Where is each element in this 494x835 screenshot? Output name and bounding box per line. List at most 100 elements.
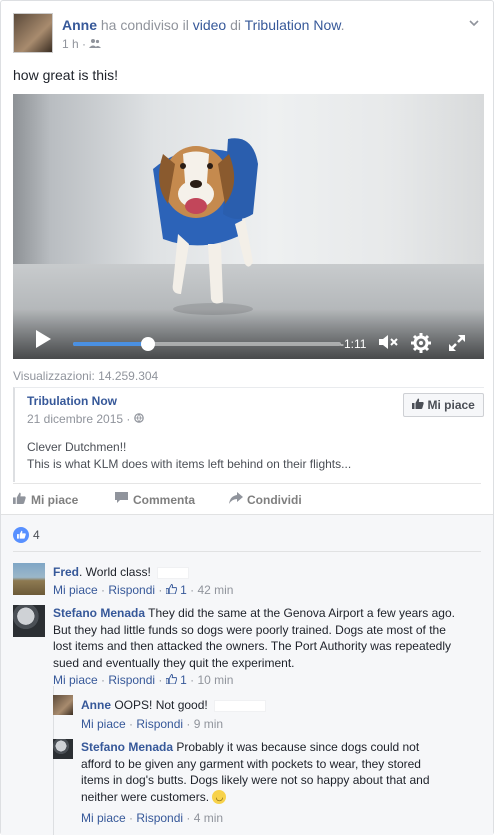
like-page-label: Mi piace — [427, 398, 475, 412]
fullscreen-icon[interactable] — [447, 333, 467, 359]
view-count: Visualizzazioni: 14.259.304 — [13, 369, 159, 383]
comment-text-line2: But they had little funds so dogs were p… — [53, 622, 446, 637]
like-reaction-icon — [13, 527, 29, 543]
comment-likes-number: 1 — [180, 673, 187, 687]
reaction-count[interactable]: 4 — [33, 528, 40, 542]
like-page-button[interactable]: Mi piace — [403, 393, 484, 417]
settings-gear-icon[interactable] — [411, 333, 431, 359]
share-action-button[interactable]: Condividi — [229, 492, 302, 507]
comment-like-link[interactable]: Mi piace — [53, 583, 98, 597]
commenter-avatar[interactable] — [13, 563, 45, 595]
comment-action-label: Commenta — [133, 493, 196, 507]
friends-icon[interactable] — [89, 37, 102, 51]
progress-bar[interactable] — [73, 337, 341, 351]
comment-reply-link[interactable]: Rispondi — [108, 583, 155, 597]
post-headline: Anne ha condiviso il video di Tribulatio… — [62, 17, 345, 33]
comment-time[interactable]: 42 min — [197, 583, 233, 597]
comment-item: Stefano Menada They did the same at the … — [13, 605, 483, 689]
commenter-avatar[interactable] — [13, 605, 45, 637]
reply-text-line3: items in dog's butts. Dogs likely were n… — [81, 773, 430, 787]
video-player[interactable]: -1:11 — [13, 94, 484, 359]
replier-avatar[interactable] — [53, 739, 73, 759]
reply-body: Stefano Menada Probably it was because s… — [81, 739, 481, 805]
reply-author[interactable]: Anne — [81, 698, 111, 712]
post-time[interactable]: 1 h — [62, 37, 79, 51]
shared-text: ha condiviso il — [100, 17, 189, 33]
mute-icon[interactable] — [377, 333, 399, 357]
reply-body: Anne OOPS! Not good! — [81, 697, 266, 714]
comment-text-line1: They did the same at the Genova Airport … — [148, 606, 455, 620]
reply-item: Stefano Menada Probably it was because s… — [53, 739, 483, 833]
post-meta: 1 h · — [62, 37, 102, 51]
reply-reply-link[interactable]: Rispondi — [136, 811, 183, 825]
reply-blank — [213, 699, 266, 712]
comment-likes-number: 1 — [180, 583, 187, 597]
comment-like-count[interactable]: 1 — [165, 673, 190, 687]
page-link[interactable]: Tribulation Now — [245, 17, 341, 33]
shared-post-date: 21 dicembre 2015 · — [27, 412, 144, 426]
progress-fill — [73, 342, 149, 346]
reply-time[interactable]: 4 min — [194, 811, 223, 825]
shared-page-link[interactable]: Tribulation Now — [27, 394, 117, 408]
comment-body: Fred. World class! — [53, 564, 189, 581]
comment-text-line4: sued and eventually they quit the experi… — [53, 655, 295, 670]
author-avatar[interactable] — [13, 13, 53, 53]
shared-date-text[interactable]: 21 dicembre 2015 — [27, 412, 123, 426]
reply-text-line4: neither were customers. — [81, 789, 210, 804]
comment-blank — [156, 566, 189, 579]
comment-text-line3: lost items and then attacked the owners.… — [53, 639, 451, 653]
reply-meta: Mi piace · Rispondi · 4 min — [81, 811, 224, 825]
comments-divider — [13, 551, 481, 552]
thumbs-up-icon — [165, 583, 177, 595]
shared-text-line2: This is what KLM does with items left be… — [27, 457, 352, 471]
comment-like-link[interactable]: Mi piace — [53, 673, 98, 687]
thumbs-up-icon — [13, 492, 27, 507]
feed-post: Anne ha condiviso il video di Tribulatio… — [0, 0, 494, 835]
comment-bubble-icon — [115, 492, 129, 507]
reply-reply-link[interactable]: Rispondi — [136, 717, 183, 731]
post-header: Anne ha condiviso il video di Tribulatio… — [13, 13, 481, 55]
reply-text-line2: afford to be given any garment with pock… — [81, 756, 421, 771]
comment-text: . World class! — [79, 565, 151, 579]
comment-meta: Mi piace · Rispondi · 1 · 42 min — [53, 583, 234, 597]
reply-item: Anne OOPS! Not good! Mi piace · Rispondi… — [53, 695, 483, 735]
chevron-down-icon[interactable] — [467, 17, 481, 31]
dot-separator: · — [126, 412, 134, 426]
share-arrow-icon — [229, 492, 243, 507]
reply-author[interactable]: Stefano Menada — [81, 740, 173, 754]
author-name[interactable]: Anne — [62, 17, 97, 33]
play-icon[interactable] — [36, 330, 51, 348]
post-caption: how great is this! — [13, 67, 119, 83]
comment-like-count[interactable]: 1 — [165, 583, 190, 597]
reply-time[interactable]: 9 min — [194, 717, 223, 731]
comment-item: Fred. World class! Mi piace · Rispondi ·… — [13, 563, 483, 603]
comment-time[interactable]: 10 min — [197, 673, 233, 687]
comments-section: 4 Fred. World class! Mi piace · Rispondi… — [1, 514, 493, 835]
comment-action-button[interactable]: Commenta — [115, 492, 195, 507]
post-actions: Mi piace Commenta Condividi — [13, 483, 481, 513]
shared-text-line1: Clever Dutchmen!! — [27, 440, 127, 454]
like-action-label: Mi piace — [31, 493, 79, 507]
reply-like-link[interactable]: Mi piace — [81, 811, 126, 825]
share-action-label: Condividi — [247, 493, 302, 507]
comment-reply-link[interactable]: Rispondi — [108, 673, 155, 687]
progress-knob[interactable] — [141, 337, 156, 351]
video-link[interactable]: video — [193, 17, 226, 33]
replier-avatar[interactable] — [53, 695, 73, 715]
comment-meta: Mi piace · Rispondi · 1 · 10 min — [53, 673, 234, 687]
reply-meta: Mi piace · Rispondi · 9 min — [81, 717, 224, 731]
thumbs-up-icon — [165, 673, 177, 685]
reply-text-line1: Probably it was because since dogs could… — [176, 740, 420, 754]
dot-separator: · — [82, 37, 87, 51]
video-controls: -1:11 — [13, 309, 484, 359]
thumbs-up-icon — [412, 398, 427, 412]
like-action-button[interactable]: Mi piace — [13, 492, 78, 507]
reply-text: OOPS! Not good! — [114, 698, 208, 712]
comment-author[interactable]: Fred — [53, 565, 79, 579]
comment-author[interactable]: Stefano Menada — [53, 606, 145, 620]
reply-like-link[interactable]: Mi piace — [81, 717, 126, 731]
di-text: di — [230, 17, 241, 33]
globe-icon — [133, 412, 144, 426]
period: . — [340, 17, 345, 33]
smiley-emoji-icon: ◡ — [212, 790, 227, 805]
